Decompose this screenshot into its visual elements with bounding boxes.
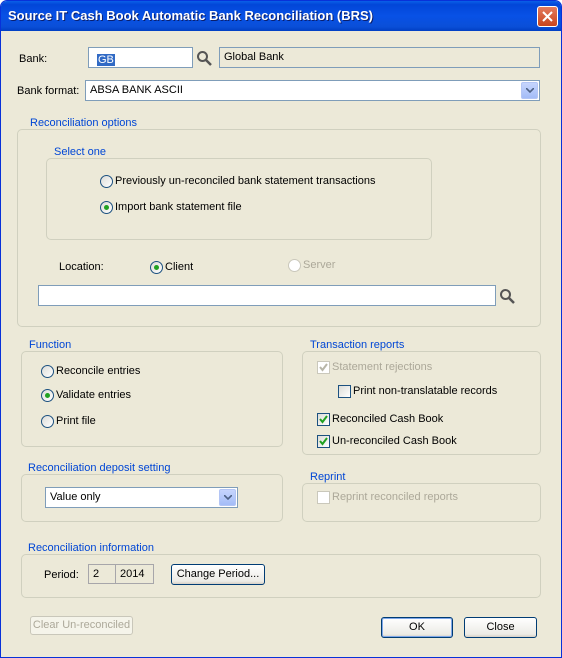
close-window-button[interactable] [537, 6, 558, 27]
reconciled-cashbook-label[interactable]: Reconciled Cash Book [332, 413, 443, 425]
unreconciled-cashbook-checkbox[interactable] [317, 435, 330, 448]
reconciliation-options-title: Reconciliation options [28, 117, 140, 129]
client-radio[interactable] [150, 261, 163, 274]
transaction-reports-title: Transaction reports [308, 339, 407, 351]
print-nontranslatable-checkbox[interactable] [338, 385, 351, 398]
client-label[interactable]: Client [165, 261, 193, 273]
bank-format-label: Bank format: [17, 85, 80, 97]
bank-search-icon[interactable] [196, 50, 213, 67]
import-file-radio[interactable] [100, 201, 113, 214]
reprint-reports-label: Reprint reconciled reports [332, 491, 458, 503]
bank-format-value: ABSA BANK ASCII [90, 84, 183, 96]
print-file-radio[interactable] [41, 415, 54, 428]
unreconciled-cashbook-label[interactable]: Un-reconciled Cash Book [332, 435, 457, 447]
title-bar[interactable]: Source IT Cash Book Automatic Bank Recon… [1, 1, 561, 31]
server-radio [288, 259, 301, 272]
reconcile-entries-label[interactable]: Reconcile entries [56, 365, 140, 377]
server-label: Server [303, 259, 336, 271]
clear-unreconciled-button: Clear Un-reconciled [30, 616, 133, 635]
select-one-title: Select one [52, 146, 108, 158]
reconcile-entries-radio[interactable] [41, 365, 54, 378]
file-browse-icon[interactable] [499, 288, 516, 305]
validate-entries-label[interactable]: Validate entries [56, 389, 131, 401]
chevron-down-icon[interactable] [521, 82, 538, 99]
print-nontranslatable-label[interactable]: Print non-translatable records [353, 385, 497, 397]
bank-format-select[interactable]: ABSA BANK ASCII [85, 80, 540, 101]
change-period-button[interactable]: Change Period... [171, 564, 265, 585]
deposit-setting-value: Value only [50, 491, 101, 503]
bank-code-input[interactable]: GB [88, 47, 193, 68]
reconciliation-info-title: Reconciliation information [26, 542, 156, 554]
validate-entries-radio[interactable] [41, 389, 54, 402]
import-file-label[interactable]: Import bank statement file [115, 201, 242, 213]
previously-unreconciled-radio[interactable] [100, 175, 113, 188]
reconciled-cashbook-checkbox[interactable] [317, 413, 330, 426]
deposit-setting-select[interactable]: Value only [45, 487, 238, 508]
year-value: 2014 [120, 568, 145, 580]
close-icon [542, 11, 553, 22]
previously-unreconciled-label[interactable]: Previously un-reconciled bank statement … [115, 175, 375, 187]
reprint-reports-checkbox [317, 491, 330, 504]
select-one-group [46, 158, 432, 240]
print-file-label[interactable]: Print file [56, 415, 96, 427]
chevron-down-icon[interactable] [219, 489, 236, 506]
bank-code-value: GB [97, 54, 115, 66]
close-button[interactable]: Close [464, 617, 537, 638]
bank-name-field: Global Bank [219, 47, 540, 68]
bank-name-value: Global Bank [224, 51, 284, 63]
dialog-body: Bank: GB Global Bank Bank format: ABSA B… [4, 31, 558, 656]
window-title: Source IT Cash Book Automatic Bank Recon… [8, 8, 374, 23]
period-label: Period: [44, 569, 79, 581]
bank-label: Bank: [19, 53, 48, 65]
year-field: 2014 [115, 564, 154, 584]
statement-rejections-checkbox [317, 361, 330, 374]
deposit-setting-title: Reconciliation deposit setting [26, 462, 173, 474]
location-label: Location: [59, 261, 104, 273]
dialog-window: Source IT Cash Book Automatic Bank Recon… [0, 0, 562, 658]
ok-button[interactable]: OK [381, 617, 453, 638]
reprint-title: Reprint [308, 471, 348, 483]
period-value: 2 [93, 568, 100, 580]
function-title: Function [27, 339, 74, 351]
period-field: 2 [88, 564, 116, 584]
file-path-input[interactable] [38, 285, 496, 306]
statement-rejections-label: Statement rejections [332, 361, 433, 373]
